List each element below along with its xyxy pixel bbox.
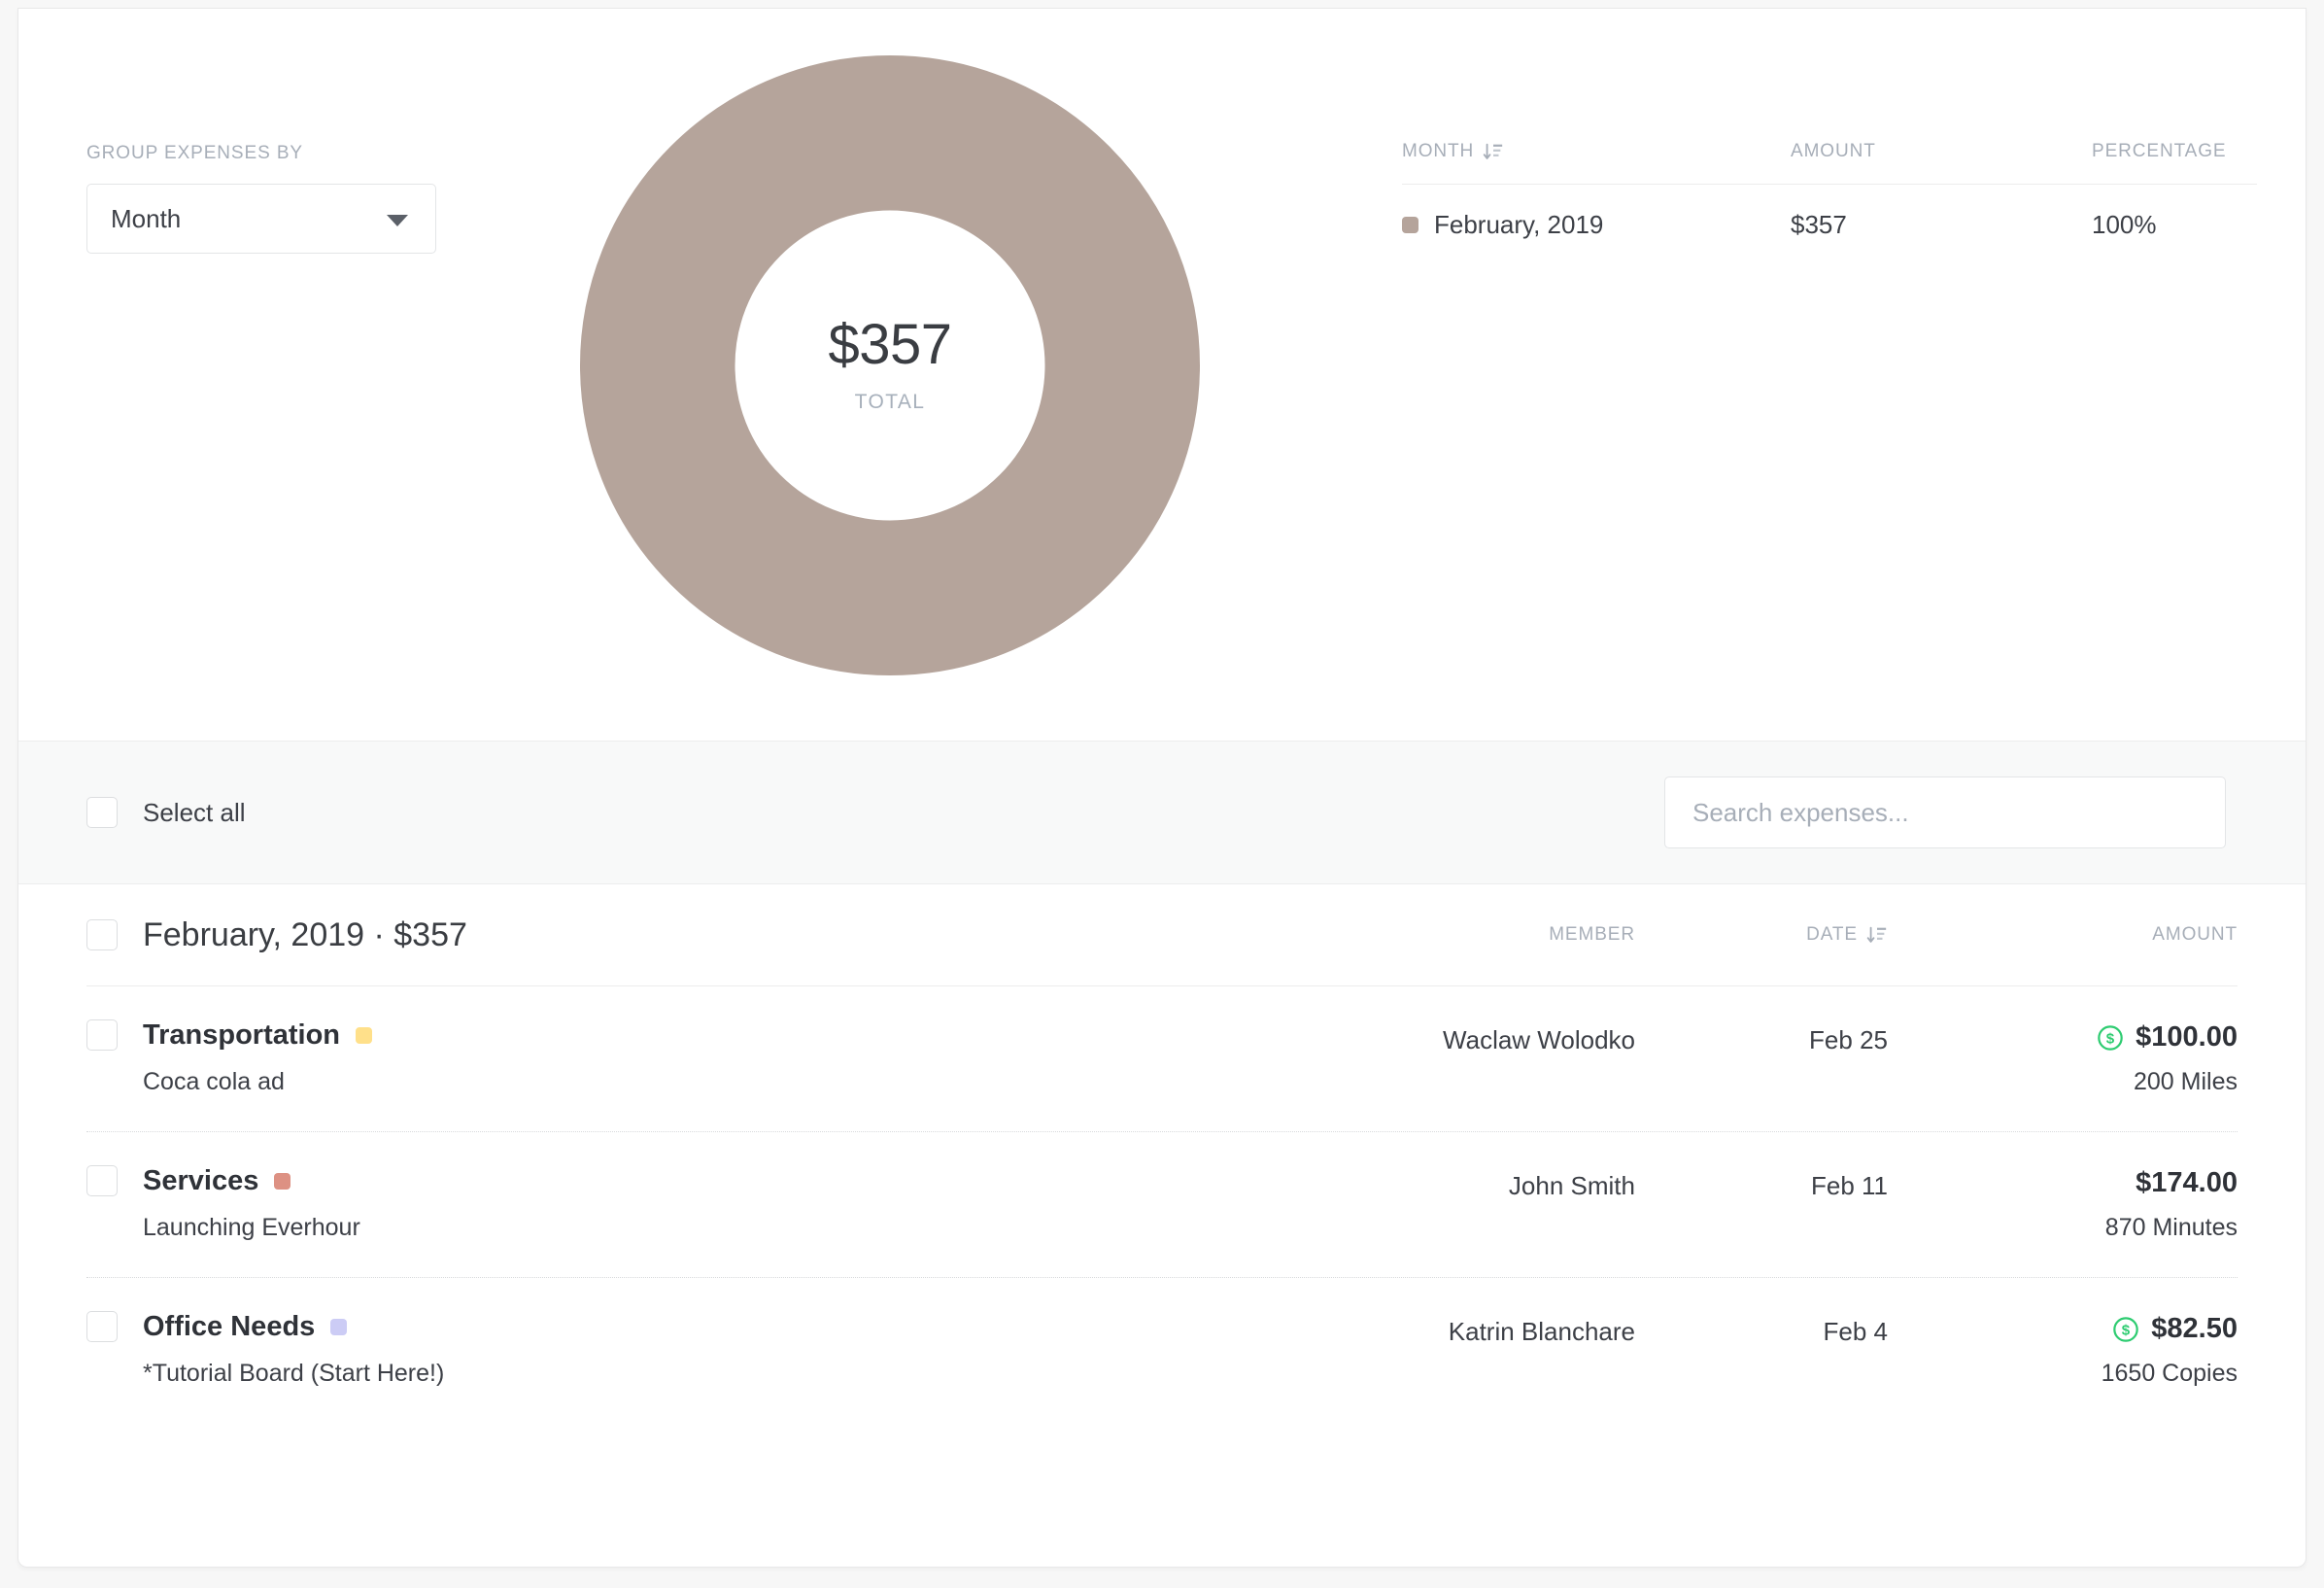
expense-color-tag [330, 1319, 348, 1336]
donut-total-value: $357 [828, 313, 952, 376]
expense-amount-line: $ $100.00 [1888, 1021, 2238, 1053]
row-checkbox-unchecked-icon[interactable] [86, 1311, 118, 1342]
group-by-selected-value: Month [111, 203, 182, 233]
legend-header-month: MONTH [1402, 141, 1791, 162]
column-header-date-group: DATE [1806, 924, 1888, 946]
expense-amount-line: $ $82.50 [1888, 1313, 2238, 1345]
svg-text:$: $ [2106, 1030, 2115, 1047]
expense-row-texts: Transportation Coca cola ad [143, 1019, 373, 1096]
expense-name: Transportation [143, 1019, 341, 1051]
column-header-amount-cell[interactable]: AMOUNT [1888, 924, 2238, 946]
expenses-donut-chart: $357 TOTAL [580, 55, 1200, 675]
expense-row[interactable]: Services Launching Everhour John Smith F… [86, 1132, 2238, 1278]
expense-description: Coca cola ad [143, 1067, 285, 1095]
expense-name-group: Services [143, 1165, 360, 1197]
expense-date: Feb 25 [1809, 1025, 1888, 1054]
dollar-circle-icon: $ [2113, 1316, 2139, 1342]
expense-quantity: 200 Miles [2134, 1068, 2238, 1095]
expense-description: Launching Everhour [143, 1213, 360, 1241]
expense-row-main: Transportation Coca cola ad [86, 1019, 1179, 1096]
expense-row[interactable]: Office Needs *Tutorial Board (Start Here… [86, 1278, 2238, 1423]
expense-group-title-group: February, 2019 · $357 [86, 916, 1179, 954]
expense-row-main: Services Launching Everhour [86, 1165, 1179, 1242]
list-toolbar: Select all [18, 741, 2306, 884]
chevron-down-icon [387, 215, 408, 226]
search-input[interactable] [1665, 777, 2225, 847]
expense-group-header: February, 2019 · $357 MEMBER DATE AMOUNT [86, 884, 2238, 986]
expense-amount: $82.50 [2151, 1313, 2238, 1344]
expense-row[interactable]: Transportation Coca cola ad Waclaw Wolod… [86, 986, 2238, 1132]
row-checkbox-unchecked-icon[interactable] [86, 1165, 118, 1196]
expense-amount: $100.00 [2136, 1021, 2238, 1053]
expense-date: Feb 4 [1823, 1317, 1889, 1346]
summary-legend-table: MONTH AMOUNT PERCENTAGE February, 2019 $… [1402, 141, 2257, 240]
summary-section: GROUP EXPENSES BY Month $357 TOTAL MONTH [18, 9, 2306, 741]
group-by-select[interactable]: Month [86, 184, 436, 254]
expense-name: Office Needs [143, 1311, 316, 1342]
date-sort-descending-icon [1866, 926, 1887, 943]
column-header-member: MEMBER [1549, 924, 1635, 945]
sort-descending-icon [1483, 143, 1503, 159]
expense-quantity: 1650 Copies [2101, 1360, 2238, 1387]
legend-row-percentage: 100% [2092, 210, 2157, 239]
legend-header-percentage-cell[interactable]: PERCENTAGE [2092, 141, 2257, 162]
donut-center-labels: $357 TOTAL [580, 55, 1200, 675]
expenses-list: February, 2019 · $357 MEMBER DATE AMOUNT [18, 884, 2306, 1423]
legend-row-name-cell: February, 2019 [1402, 210, 1791, 240]
expense-group-title: February, 2019 · $357 [143, 915, 467, 953]
legend-header-amount-cell[interactable]: AMOUNT [1791, 141, 2092, 162]
legend-name-group: February, 2019 [1402, 210, 1791, 240]
row-checkbox-unchecked-icon[interactable] [86, 1019, 118, 1051]
expense-member: John Smith [1508, 1171, 1635, 1200]
expenses-card: GROUP EXPENSES BY Month $357 TOTAL MONTH [17, 8, 2307, 1568]
legend-header-percentage: PERCENTAGE [2092, 141, 2227, 161]
expense-amount-cell: $ $82.50 1650 Copies [1888, 1311, 2238, 1388]
expense-member: Waclaw Wolodko [1443, 1025, 1635, 1054]
column-header-amount: AMOUNT [2152, 924, 2238, 945]
expense-amount-line: $174.00 [1888, 1167, 2238, 1199]
expense-name-group: Transportation [143, 1019, 373, 1052]
expense-row-texts: Office Needs *Tutorial Board (Start Here… [143, 1311, 444, 1388]
expense-quantity: 870 Minutes [2104, 1214, 2238, 1241]
expense-member: Katrin Blanchare [1448, 1317, 1635, 1346]
dollar-circle-icon: $ [2098, 1024, 2123, 1051]
group-expenses-by-control: GROUP EXPENSES BY Month [86, 143, 436, 254]
expense-amount: $174.00 [2136, 1167, 2238, 1198]
group-expenses-by-label: GROUP EXPENSES BY [86, 143, 303, 163]
legend-row-amount: $357 [1791, 210, 1847, 239]
expense-row-main: Office Needs *Tutorial Board (Start Here… [86, 1311, 1179, 1388]
expense-name-group: Office Needs [143, 1311, 444, 1343]
legend-row-name: February, 2019 [1434, 210, 1604, 239]
expense-row-texts: Services Launching Everhour [143, 1165, 360, 1242]
legend-color-swatch [1402, 217, 1418, 233]
legend-header-month-label: MONTH [1402, 141, 1475, 161]
expense-color-tag [356, 1027, 373, 1045]
legend-row[interactable]: February, 2019 $357 100% [1402, 185, 2257, 240]
group-checkbox-unchecked-icon[interactable] [86, 919, 118, 950]
search-expenses-box[interactable] [1664, 777, 2226, 848]
column-header-date: DATE [1806, 924, 1858, 945]
expense-description: *Tutorial Board (Start Here!) [143, 1359, 445, 1387]
legend-header-row: MONTH AMOUNT PERCENTAGE [1402, 141, 2257, 185]
expense-name: Services [143, 1165, 259, 1196]
svg-text:$: $ [2122, 1322, 2131, 1338]
expense-amount-cell: $ $100.00 200 Miles [1888, 1019, 2238, 1096]
column-header-date-cell[interactable]: DATE [1635, 924, 1888, 946]
legend-header-amount: AMOUNT [1791, 141, 1876, 161]
select-all-control[interactable]: Select all [86, 797, 246, 828]
expense-amount-cell: $174.00 870 Minutes [1888, 1165, 2238, 1242]
checkbox-unchecked-icon[interactable] [86, 797, 118, 828]
column-header-member-cell[interactable]: MEMBER [1179, 924, 1635, 946]
legend-header-month-cell[interactable]: MONTH [1402, 141, 1791, 162]
select-all-label: Select all [143, 797, 246, 827]
expense-color-tag [274, 1173, 291, 1191]
donut-total-label: TOTAL [854, 391, 926, 413]
expense-date: Feb 11 [1810, 1171, 1888, 1200]
